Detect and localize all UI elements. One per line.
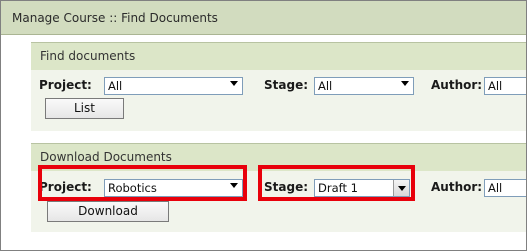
find-documents-panel: Find documents Project: All Stage: All A… [31, 42, 526, 131]
chevron-down-icon [230, 183, 238, 188]
manage-course-window: Manage Course :: Find Documents Find doc… [0, 0, 527, 251]
chevron-down-icon [230, 81, 238, 86]
chevron-down-icon [401, 81, 409, 86]
download-documents-panel: Download Documents Project: Robotics Sta… [31, 143, 526, 232]
chevron-down-icon [398, 186, 406, 191]
find-author-value: All [488, 79, 503, 93]
find-documents-header: Find documents [31, 42, 526, 70]
find-documents-body: Project: All Stage: All Author: All List [31, 70, 526, 131]
list-button[interactable]: List [45, 98, 124, 119]
download-project-select[interactable]: Robotics [104, 179, 243, 197]
download-stage-select[interactable]: Draft 1 [314, 179, 410, 197]
download-stage-label: Stage: [264, 180, 309, 194]
download-documents-body: Project: Robotics Stage: Draft 1 Author:… [31, 171, 526, 232]
find-documents-title: Find documents [40, 49, 136, 63]
download-button[interactable]: Download [47, 201, 169, 222]
find-project-label: Project: [39, 78, 92, 92]
find-author-select[interactable]: All [484, 77, 526, 95]
find-project-value: All [108, 79, 123, 93]
download-author-value: All [488, 181, 503, 195]
find-stage-label: Stage: [264, 78, 309, 92]
window-titlebar: Manage Course :: Find Documents [1, 1, 526, 35]
find-author-label: Author: [431, 78, 483, 92]
download-project-value: Robotics [108, 181, 157, 195]
window-title: Manage Course :: Find Documents [12, 11, 218, 25]
download-author-select[interactable]: All [484, 179, 526, 197]
download-project-label: Project: [39, 180, 92, 194]
download-author-label: Author: [431, 180, 483, 194]
find-stage-select[interactable]: All [314, 77, 414, 95]
find-stage-value: All [318, 79, 333, 93]
download-documents-header: Download Documents [31, 143, 526, 171]
download-documents-title: Download Documents [40, 150, 172, 164]
find-project-select[interactable]: All [104, 77, 243, 95]
download-stage-value: Draft 1 [318, 181, 358, 195]
stage-dropdown-button[interactable] [393, 180, 409, 196]
